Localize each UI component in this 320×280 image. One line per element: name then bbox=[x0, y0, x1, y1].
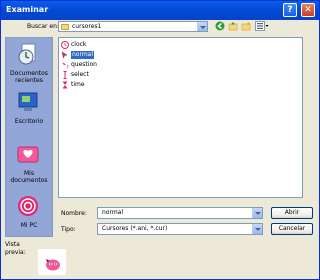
cancel-button[interactable]: Cancelar bbox=[271, 223, 313, 235]
list-item[interactable]: ? question bbox=[61, 61, 131, 69]
file-name: time bbox=[71, 81, 85, 88]
cursor-preview-icon bbox=[46, 259, 60, 271]
svg-text:?: ? bbox=[66, 65, 69, 69]
desktop-icon bbox=[18, 92, 38, 111]
file-list[interactable]: clock normal ? question select time bbox=[58, 37, 303, 198]
preview-label: Vista previa: bbox=[5, 241, 26, 256]
recent-documents-icon bbox=[18, 43, 36, 65]
lookin-dropdown[interactable]: cursores1 bbox=[58, 21, 208, 32]
places-bar: Documentos recientes Escritorio Mis docu… bbox=[5, 37, 53, 237]
open-dialog: Examinar ? ✕ Buscar en: cursores1 Docume… bbox=[0, 0, 320, 280]
place-desktop[interactable]: Escritorio bbox=[6, 90, 52, 130]
window-title: Examinar bbox=[6, 5, 49, 14]
cursor-file-icon bbox=[63, 71, 67, 79]
filetype-value: Cursores (*.ani, *.cur) bbox=[102, 225, 168, 232]
up-folder-icon[interactable] bbox=[228, 21, 238, 31]
my-documents-icon bbox=[17, 146, 39, 163]
file-name: question bbox=[71, 61, 97, 68]
title-bar[interactable]: Examinar ? ✕ bbox=[1, 1, 319, 20]
back-icon[interactable] bbox=[215, 21, 225, 31]
lookin-value: cursores1 bbox=[72, 23, 102, 30]
place-my-documents[interactable]: Mis documentos bbox=[6, 142, 52, 184]
file-name: select bbox=[71, 71, 89, 78]
place-my-computer[interactable]: Mi PC bbox=[6, 194, 52, 234]
cursor-file-icon: ? bbox=[62, 62, 69, 69]
close-button[interactable]: ✕ bbox=[301, 3, 315, 17]
folder-icon bbox=[61, 24, 69, 30]
chevron-down-icon[interactable] bbox=[252, 208, 262, 218]
list-item[interactable]: select bbox=[61, 71, 131, 79]
file-name: clock bbox=[71, 41, 87, 48]
place-label: Escritorio bbox=[14, 118, 44, 125]
filetype-dropdown[interactable]: Cursores (*.ani, *.cur) bbox=[97, 223, 263, 235]
filetype-label: Tipo: bbox=[61, 226, 76, 233]
cursor-file-icon bbox=[61, 41, 69, 49]
chevron-down-icon[interactable] bbox=[197, 22, 207, 31]
new-folder-icon[interactable] bbox=[241, 21, 251, 31]
cursor-file-icon bbox=[62, 81, 68, 89]
open-button[interactable]: Abrir bbox=[271, 207, 313, 219]
chevron-down-icon[interactable] bbox=[252, 224, 262, 234]
help-button[interactable]: ? bbox=[283, 3, 297, 17]
filename-label: Nombre: bbox=[61, 210, 87, 217]
list-item-selected[interactable]: normal bbox=[61, 51, 131, 59]
cursor-file-icon bbox=[61, 51, 68, 59]
view-menu-icon[interactable] bbox=[255, 21, 269, 31]
place-label: Documentos recientes bbox=[10, 70, 48, 84]
cursor-preview bbox=[38, 249, 66, 275]
filename-value: normal bbox=[102, 209, 124, 216]
file-name: normal bbox=[71, 51, 95, 59]
lookin-label: Buscar en: bbox=[27, 23, 59, 30]
my-computer-icon bbox=[18, 196, 38, 216]
filename-input[interactable]: normal bbox=[97, 207, 263, 219]
place-label: Mis documentos bbox=[10, 170, 48, 184]
list-item[interactable]: clock bbox=[61, 41, 131, 49]
place-label: Mi PC bbox=[20, 222, 38, 229]
place-recent-documents[interactable]: Documentos recientes bbox=[6, 42, 52, 84]
list-item[interactable]: time bbox=[61, 81, 131, 89]
